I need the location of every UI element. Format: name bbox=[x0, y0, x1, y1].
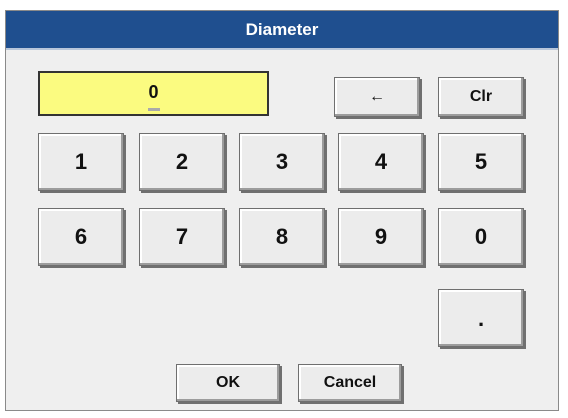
cancel-button[interactable]: Cancel bbox=[298, 364, 402, 402]
text-cursor bbox=[148, 108, 160, 111]
digit-5-button[interactable]: 5 bbox=[438, 133, 524, 191]
digit-1-button[interactable]: 1 bbox=[38, 133, 124, 191]
digit-4-button[interactable]: 4 bbox=[338, 133, 424, 191]
digit-7-button[interactable]: 7 bbox=[139, 208, 225, 266]
backspace-icon: ← bbox=[369, 88, 385, 105]
digit-3-button[interactable]: 3 bbox=[239, 133, 325, 191]
numeric-keypad-dialog: Diameter 0 ← Clr 1 2 3 4 5 6 7 8 9 0 . O… bbox=[5, 10, 559, 411]
ok-button[interactable]: OK bbox=[176, 364, 280, 402]
digit-8-button[interactable]: 8 bbox=[239, 208, 325, 266]
backspace-button[interactable]: ← bbox=[334, 77, 420, 117]
digit-6-button[interactable]: 6 bbox=[38, 208, 124, 266]
digit-9-button[interactable]: 9 bbox=[338, 208, 424, 266]
clear-button[interactable]: Clr bbox=[438, 77, 524, 117]
dialog-title: Diameter bbox=[6, 11, 558, 50]
digit-2-button[interactable]: 2 bbox=[139, 133, 225, 191]
digit-0-button[interactable]: 0 bbox=[438, 208, 524, 266]
decimal-point-button[interactable]: . bbox=[438, 289, 524, 347]
display-value: 0 bbox=[148, 82, 159, 102]
value-display-field[interactable]: 0 bbox=[38, 71, 269, 116]
